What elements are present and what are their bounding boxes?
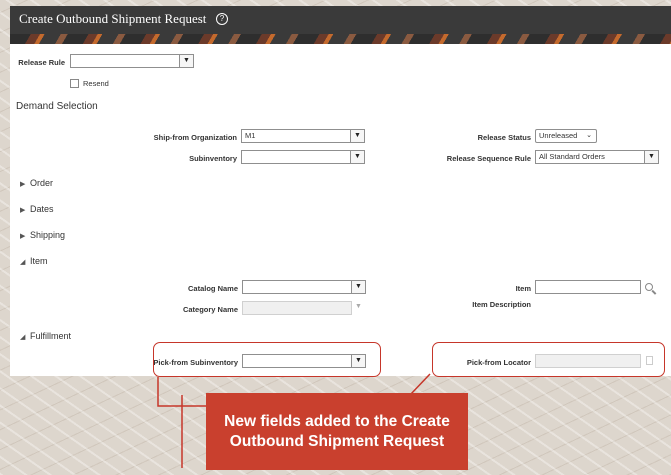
callout-text: New fields added to the Create Outbound … <box>224 412 450 450</box>
callout-box: New fields added to the Create Outbound … <box>206 393 468 470</box>
